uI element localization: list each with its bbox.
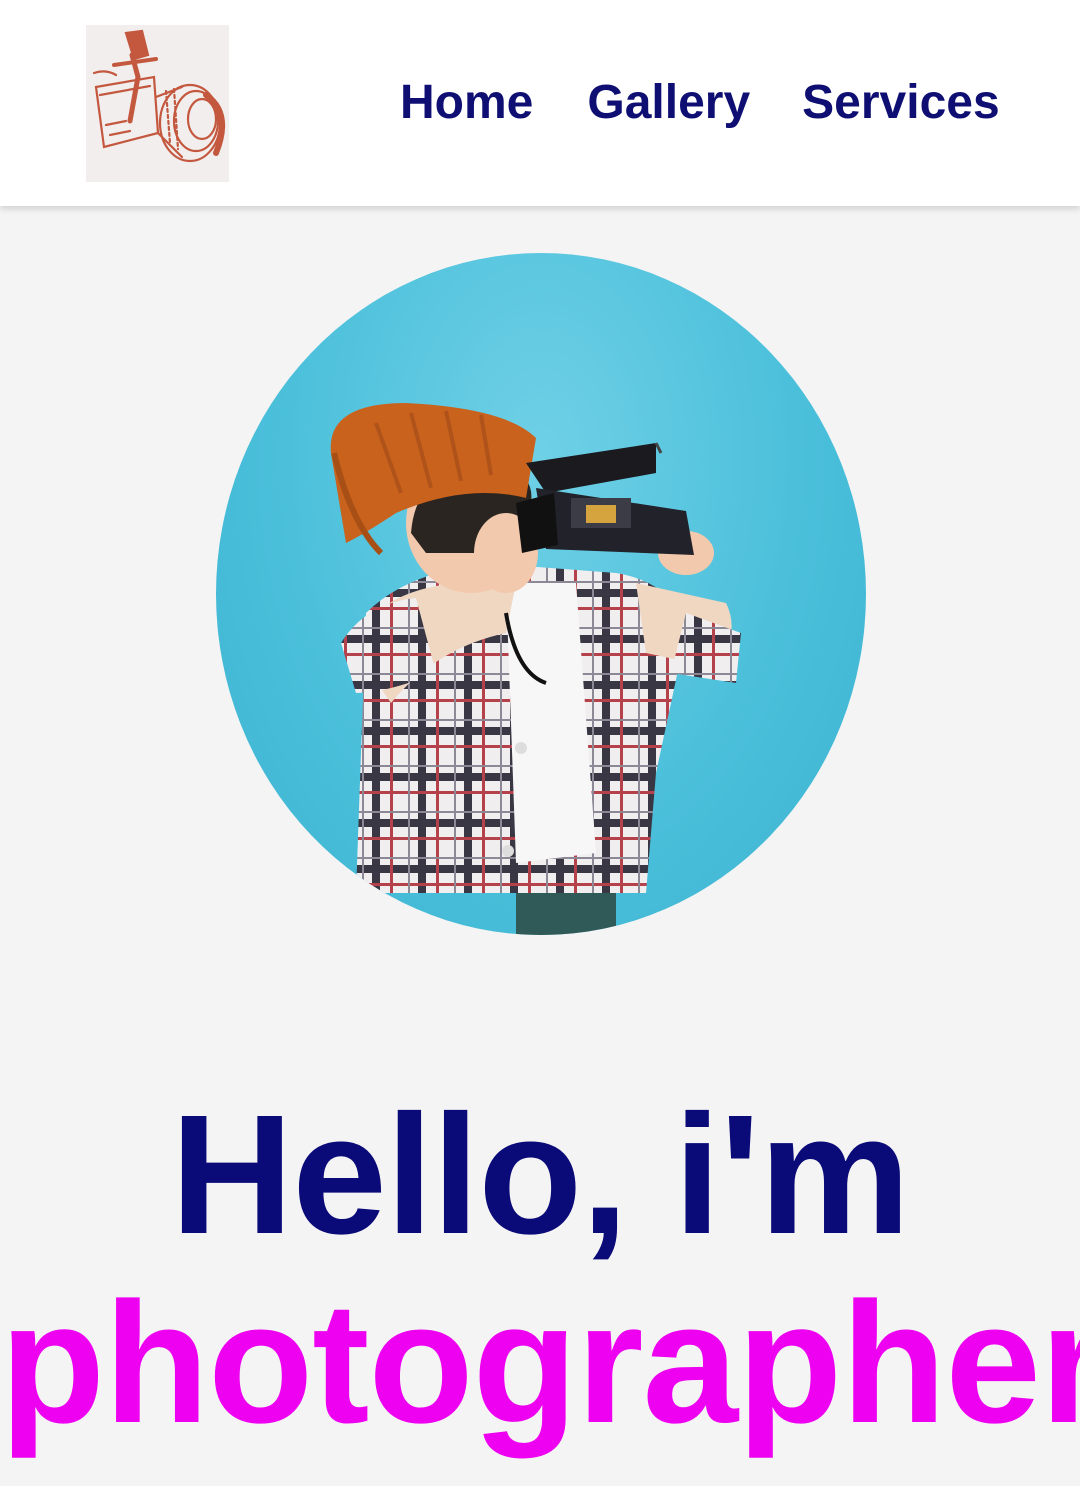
camera-logo-icon[interactable]: [86, 25, 229, 182]
site-header: Home Gallery Services: [0, 0, 1080, 206]
role-text: photographer: [0, 1267, 1080, 1459]
nav-gallery-link[interactable]: Gallery: [587, 70, 750, 136]
hero-profile-photo: [216, 253, 866, 935]
nav-home-link[interactable]: Home: [400, 70, 533, 136]
main-nav: Home Gallery Services: [400, 70, 1000, 136]
greeting-text: Hello, i'm: [170, 1080, 911, 1270]
hero-headline: Hello, i'm photographer: [0, 1085, 1080, 1453]
nav-services-link[interactable]: Services: [802, 70, 1000, 136]
